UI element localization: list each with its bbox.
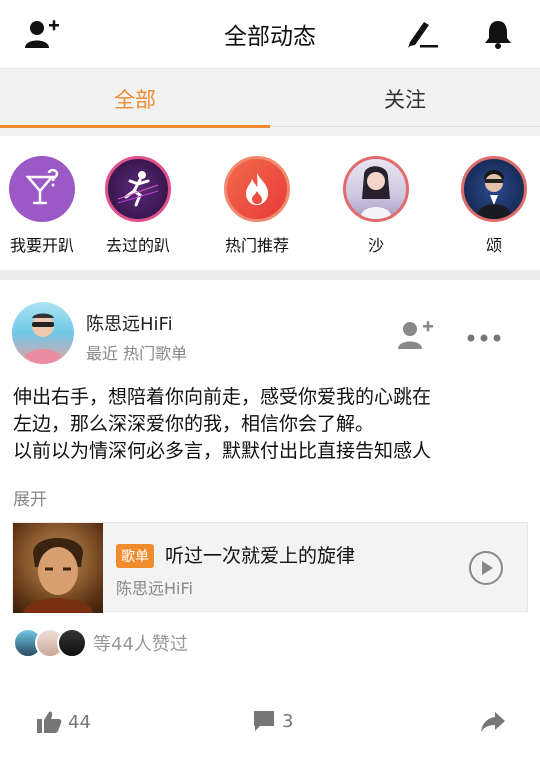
playlist-creator: 陈思远HiFi <box>116 579 193 598</box>
post-actions: 44 3 <box>0 705 540 745</box>
story-label: 我要开趴 <box>9 236 74 255</box>
add-friend-icon[interactable] <box>24 16 60 52</box>
comment-count: 3 <box>282 710 294 732</box>
playlist-title: 听过一次就爱上的旋律 <box>165 545 356 567</box>
like-count: 44 <box>68 711 91 733</box>
liker-avatar <box>57 628 87 658</box>
playlist-cover <box>13 523 103 613</box>
content-line: 左边，那么深深爱你的我，相信你会了解。 <box>13 413 375 435</box>
story-label: 沙 <box>367 236 384 255</box>
content-line: 伸出右手，想陪着你向前走，感受你爱我的心跳在 <box>13 386 432 408</box>
thumbs-up-icon <box>37 711 62 733</box>
story-user-song[interactable]: 颂 <box>454 156 534 256</box>
tab-all[interactable]: 全部 <box>0 69 270 128</box>
dancer-icon <box>105 156 171 222</box>
story-start-party[interactable]: 我要开趴 <box>2 156 82 256</box>
author-avatar[interactable] <box>12 302 74 364</box>
top-bar: 全部动态 <box>0 0 540 68</box>
post-meta: 最近 热门歌单 <box>86 344 188 363</box>
user-avatar <box>343 156 409 222</box>
compose-icon[interactable] <box>404 16 440 52</box>
follow-user-icon[interactable] <box>398 320 434 354</box>
user-avatar <box>461 156 527 222</box>
story-visited-party[interactable]: 去过的趴 <box>98 156 178 256</box>
likers-row[interactable]: 等44人赞过 <box>13 628 188 658</box>
content-line: 以前以为情深何必多言，默默付出比直接告知感人 <box>13 440 432 462</box>
tab-following[interactable]: 关注 <box>270 69 540 128</box>
story-label: 颂 <box>485 236 502 255</box>
section-gap <box>0 128 540 136</box>
like-button[interactable]: 44 <box>36 709 91 735</box>
section-gap <box>0 270 540 280</box>
expand-link[interactable]: 展开 <box>13 485 47 510</box>
story-hot-picks[interactable]: 热门推荐 <box>217 156 297 256</box>
story-user-sha[interactable]: 沙 <box>336 156 416 256</box>
share-button[interactable] <box>480 711 506 733</box>
comment-icon <box>254 711 274 731</box>
feed-post: 陈思远HiFi 最近 热门歌单 伸出右手，想陪着你向前走，感受你爱我的心跳在 左… <box>0 280 540 761</box>
cocktail-icon <box>9 156 75 222</box>
likes-summary: 等44人赞过 <box>93 634 188 655</box>
playlist-card[interactable]: 歌单 听过一次就爱上的旋律 陈思远HiFi <box>12 522 528 613</box>
more-options-icon[interactable] <box>466 328 502 347</box>
notification-bell-icon[interactable] <box>480 16 516 52</box>
stories-row: 我要开趴 去过的趴 热门推荐 沙 颂 <box>0 136 540 270</box>
flame-icon <box>224 156 290 222</box>
story-label: 热门推荐 <box>224 236 289 255</box>
tab-divider <box>270 126 540 127</box>
page-title: 全部动态 <box>224 24 316 50</box>
share-icon <box>481 712 505 732</box>
play-icon[interactable] <box>468 550 504 590</box>
playlist-badge: 歌单 <box>116 544 154 568</box>
post-content: 伸出右手，想陪着你向前走，感受你爱我的心跳在 左边，那么深深爱你的我，相信你会了… <box>13 384 528 465</box>
comment-button[interactable]: 3 <box>252 709 293 733</box>
author-name[interactable]: 陈思远HiFi <box>86 310 173 336</box>
feed-tabs: 全部 关注 <box>0 68 540 128</box>
story-label: 去过的趴 <box>105 236 170 255</box>
